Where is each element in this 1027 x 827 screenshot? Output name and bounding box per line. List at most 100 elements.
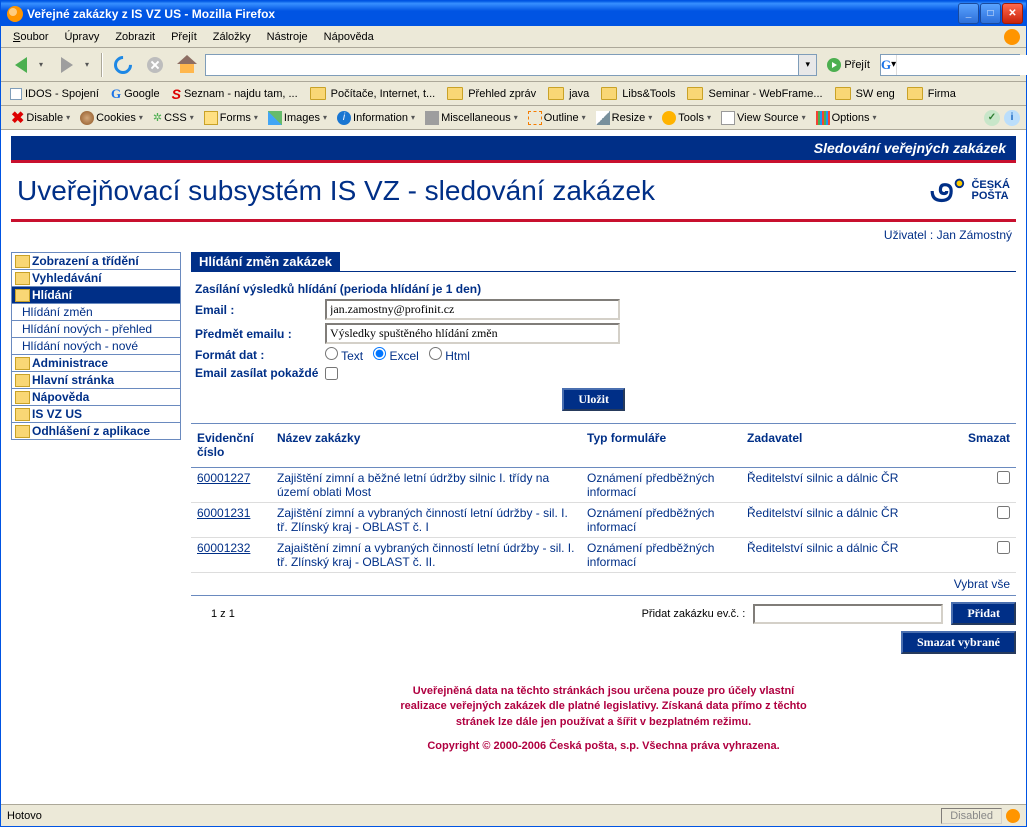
bookmark-folder-sweng[interactable]: SW eng (832, 86, 898, 101)
sidebar-item-odhlaseni[interactable]: Odhlášení z aplikace (11, 423, 181, 440)
dev-options[interactable]: Options▾ (812, 110, 881, 126)
stop-button[interactable] (141, 52, 169, 78)
dev-forms[interactable]: Forms▾ (200, 110, 262, 126)
validation-info-icon[interactable]: i (1004, 110, 1020, 126)
dev-images[interactable]: Images▾ (264, 110, 331, 126)
cell-name: Zajištění zimní a vybraných činností let… (271, 503, 581, 538)
evidence-link[interactable]: 60001227 (197, 471, 250, 485)
misc-icon (425, 111, 439, 125)
delete-selected-button[interactable]: Smazat vybrané (901, 631, 1016, 654)
menu-zobrazit[interactable]: Zobrazit (107, 29, 163, 45)
sidebar-item-hlidani-zmen[interactable]: Hlídání změn (11, 304, 181, 321)
sidebar-item-napoveda[interactable]: Nápověda (11, 389, 181, 406)
status-disabled: Disabled (941, 808, 1002, 824)
window-title: Veřejné zakázky z IS VZ US - Mozilla Fir… (27, 7, 275, 21)
window-titlebar: Veřejné zakázky z IS VZ US - Mozilla Fir… (1, 1, 1026, 26)
back-button[interactable] (7, 52, 35, 78)
th-delete: Smazat (956, 428, 1016, 468)
dev-tools[interactable]: Tools▾ (658, 110, 715, 126)
select-all-link[interactable]: Vybrat vše (191, 573, 1016, 596)
reload-button[interactable] (109, 52, 137, 78)
go-icon (827, 58, 841, 72)
save-button[interactable]: Uložit (562, 388, 625, 411)
search-bar: G▾ (880, 54, 1020, 76)
evidence-link[interactable]: 60001232 (197, 541, 250, 555)
menu-soubor[interactable]: SSouboroubor (5, 29, 56, 45)
cell-name: Zajištění zimní a běžné letní údržby sil… (271, 468, 581, 503)
sidebar-item-administrace[interactable]: Administrace (11, 355, 181, 372)
bookmark-folder-libs[interactable]: Libs&Tools (598, 86, 678, 101)
maximize-button[interactable]: □ (980, 3, 1001, 24)
format-text-radio[interactable] (325, 347, 338, 360)
search-input[interactable] (897, 55, 1027, 75)
status-text: Hotovo (7, 810, 42, 822)
back-history-dropdown[interactable]: ▾ (39, 60, 49, 69)
menu-nastroje[interactable]: Nástroje (259, 29, 316, 45)
sidebar-item-hlidani[interactable]: Hlídání (11, 287, 181, 304)
delete-checkbox[interactable] (997, 541, 1010, 554)
dev-viewsource[interactable]: View Source▾ (717, 110, 810, 126)
firefox-status-icon (1006, 809, 1020, 823)
webdev-toolbar: ✖Disable▾ Cookies▾ ✲CSS▾ Forms▾ Images▾ … (1, 106, 1026, 130)
subject-input[interactable] (325, 323, 620, 344)
sidebar-item-isvz[interactable]: IS VZ US (11, 406, 181, 423)
email-input[interactable] (325, 299, 620, 320)
dev-css[interactable]: ✲CSS▾ (149, 110, 198, 125)
cell-client: Ředitelství silnic a dálnic ČR (741, 468, 956, 503)
search-engine-icon[interactable]: G▾ (881, 55, 897, 75)
firefox-icon (7, 6, 23, 22)
menu-upravy[interactable]: Úpravy (56, 29, 107, 45)
bookmark-folder-pocitace[interactable]: Počítače, Internet, t... (307, 86, 439, 101)
forms-icon (204, 111, 218, 125)
add-row: 1 z 1 Přidat zakázku ev.č. : Přidat (191, 596, 1016, 631)
th-type: Typ formuláře (581, 428, 741, 468)
dev-information[interactable]: iInformation▾ (333, 110, 419, 126)
bookmark-idos[interactable]: IDOS - Spojení (7, 87, 102, 101)
menubar: SSouboroubor Úpravy Zobrazit Přejít Zálo… (1, 26, 1026, 48)
go-button[interactable]: Přejít (821, 54, 876, 76)
sidebar-item-hlavni[interactable]: Hlavní stránka (11, 372, 181, 389)
add-evidence-input[interactable] (753, 604, 943, 624)
sidebar-item-hlidani-nove[interactable]: Hlídání nových - nové (11, 338, 181, 355)
bookmark-folder-prehled[interactable]: Přehled zpráv (444, 86, 539, 101)
url-input[interactable] (206, 55, 798, 75)
table-row: 60001231 Zajištění zimní a vybraných činn… (191, 503, 1016, 538)
delete-checkbox[interactable] (997, 506, 1010, 519)
pager: 1 z 1 (211, 608, 235, 620)
menu-napoveda[interactable]: Nápověda (316, 29, 382, 45)
close-button[interactable]: ✕ (1002, 3, 1023, 24)
th-client: Zadavatel (741, 428, 956, 468)
bookmark-folder-firma[interactable]: Firma (904, 86, 959, 101)
format-excel-radio[interactable] (373, 347, 386, 360)
dev-disable[interactable]: ✖Disable▾ (7, 107, 74, 129)
always-checkbox[interactable] (325, 367, 338, 380)
bookmark-folder-seminar[interactable]: Seminar - WebFrame... (684, 86, 825, 101)
dev-cookies[interactable]: Cookies▾ (76, 110, 147, 126)
contracts-table: Evidenční číslo Název zakázky Typ formul… (191, 428, 1016, 573)
home-icon (178, 57, 196, 73)
menu-zalozky[interactable]: Záložky (205, 29, 259, 45)
forward-button[interactable] (53, 52, 81, 78)
th-name: Název zakázky (271, 428, 581, 468)
bookmark-google[interactable]: GGoogle (108, 85, 163, 103)
sidebar-item-zobrazeni[interactable]: Zobrazení a třídění (11, 252, 181, 270)
dev-outline[interactable]: Outline▾ (524, 110, 590, 126)
home-button[interactable] (173, 52, 201, 78)
options-icon (816, 111, 830, 125)
bookmark-folder-java[interactable]: java (545, 86, 592, 101)
delete-checkbox[interactable] (997, 471, 1010, 484)
bookmark-seznam[interactable]: SSeznam - najdu tam, ... (169, 85, 301, 103)
reload-icon (110, 52, 135, 77)
minimize-button[interactable]: _ (958, 3, 979, 24)
sidebar-item-vyhledavani[interactable]: Vyhledávání (11, 270, 181, 287)
dev-resize[interactable]: Resize▾ (592, 110, 657, 126)
add-button[interactable]: Přidat (951, 602, 1016, 625)
menu-prejit[interactable]: Přejít (163, 29, 205, 45)
dev-misc[interactable]: Miscellaneous▾ (421, 110, 522, 126)
evidence-link[interactable]: 60001231 (197, 506, 250, 520)
url-dropdown[interactable]: ▾ (798, 55, 816, 75)
validation-ok-icon[interactable]: ✓ (984, 110, 1000, 126)
forward-history-dropdown[interactable]: ▾ (85, 60, 95, 69)
format-html-radio[interactable] (429, 347, 442, 360)
sidebar-item-hlidani-prehled[interactable]: Hlídání nových - přehled (11, 321, 181, 338)
